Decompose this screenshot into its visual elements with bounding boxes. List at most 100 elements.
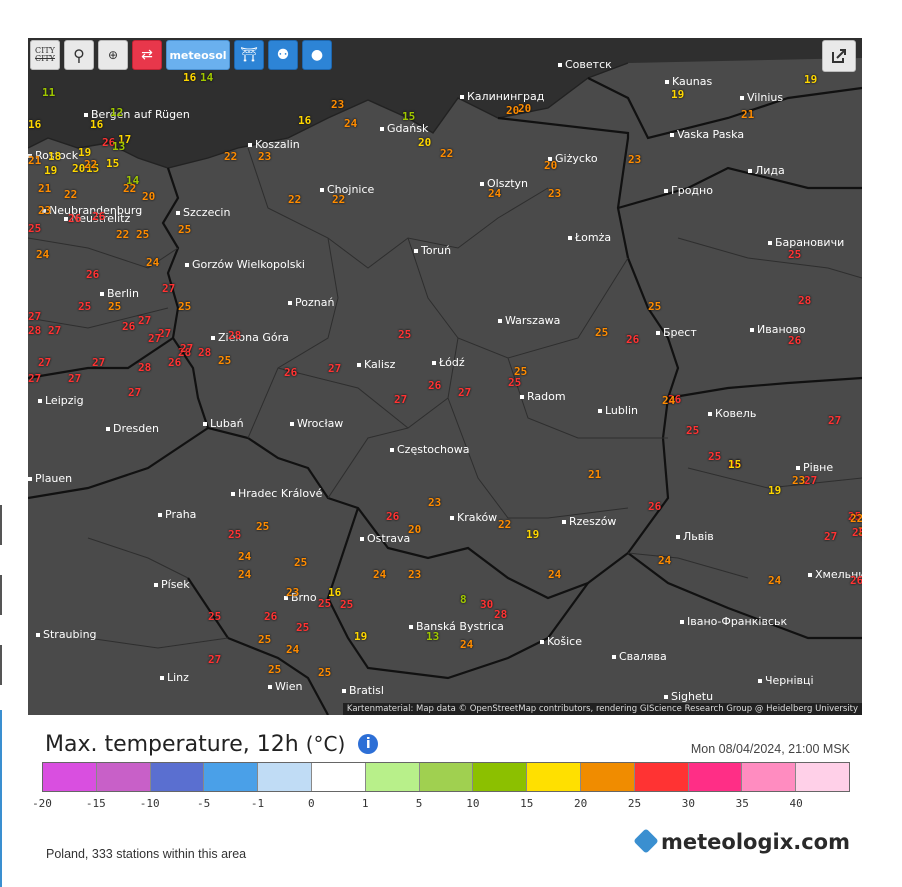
temperature-marker[interactable]: 28 — [494, 608, 507, 621]
person-button[interactable]: ⚉ — [268, 40, 298, 70]
temperature-marker[interactable]: 20 — [142, 190, 155, 203]
temperature-marker[interactable]: 24 — [488, 187, 501, 200]
temperature-marker[interactable]: 28 — [228, 329, 241, 342]
temperature-marker[interactable]: 26 — [92, 210, 105, 223]
temperature-marker[interactable]: 25 — [595, 326, 608, 339]
temperature-marker[interactable]: 25 — [708, 450, 721, 463]
temperature-marker[interactable]: 23 — [408, 568, 421, 581]
temperature-marker[interactable]: 23 — [628, 153, 641, 166]
temperature-marker[interactable]: 26 — [264, 610, 277, 623]
temperature-marker[interactable]: 23 — [258, 150, 271, 163]
temperature-marker[interactable]: 13 — [112, 140, 125, 153]
temperature-marker[interactable]: 22 — [224, 150, 237, 163]
temperature-marker[interactable]: 16 — [298, 114, 311, 127]
temperature-marker[interactable]: 22 — [498, 518, 511, 531]
temperature-marker[interactable]: 27 — [48, 324, 61, 337]
temperature-marker[interactable]: 27 — [394, 393, 407, 406]
temperature-marker[interactable]: 25 — [294, 556, 307, 569]
temperature-marker[interactable]: 18 — [48, 150, 61, 163]
temperature-marker[interactable]: 22 — [84, 158, 97, 171]
temperature-marker[interactable]: 19 — [44, 164, 57, 177]
temperature-marker[interactable]: 21 — [28, 154, 41, 167]
zoom-button[interactable]: ⊕ — [98, 40, 128, 70]
temperature-marker[interactable]: 25 — [256, 520, 269, 533]
temperature-marker[interactable]: 27 — [128, 386, 141, 399]
temperature-marker[interactable]: 25 — [514, 365, 527, 378]
temperature-marker[interactable]: 30 — [480, 598, 493, 611]
info-icon[interactable]: i — [358, 734, 379, 754]
temperature-marker[interactable]: 15 — [728, 458, 741, 471]
temperature-marker[interactable]: 19 — [804, 73, 817, 86]
temperature-marker[interactable]: 16 — [183, 71, 196, 84]
temperature-marker[interactable]: 26 — [386, 510, 399, 523]
temperature-marker[interactable]: 24 — [36, 248, 49, 261]
temperature-marker[interactable]: 27 — [138, 314, 151, 327]
temperature-marker[interactable]: 12 — [110, 106, 123, 119]
temperature-marker[interactable]: 23 — [792, 474, 805, 487]
route-button[interactable]: ⇄ — [132, 40, 162, 70]
temperature-marker[interactable]: 23 — [38, 204, 51, 217]
temperature-marker[interactable]: 22 — [440, 147, 453, 160]
temperature-marker[interactable]: 27 — [92, 356, 105, 369]
temperature-marker[interactable]: 26 — [122, 320, 135, 333]
temperature-marker[interactable]: 16 — [28, 118, 41, 131]
temperature-marker[interactable]: 24 — [658, 554, 671, 567]
temperature-marker[interactable]: 27 — [148, 332, 161, 345]
temperature-marker[interactable]: 26 — [68, 212, 81, 225]
temperature-marker[interactable]: 25 — [28, 222, 41, 235]
temperature-marker[interactable]: 19 — [354, 630, 367, 643]
temperature-marker[interactable]: 27 — [38, 356, 51, 369]
temperature-marker[interactable]: 19 — [671, 88, 684, 101]
share-button[interactable] — [822, 40, 856, 72]
temperature-marker[interactable]: 22 — [64, 188, 77, 201]
temperature-marker[interactable]: 22 — [123, 182, 136, 195]
temperature-marker[interactable]: 27 — [28, 310, 41, 323]
temperature-marker[interactable]: 25 — [218, 354, 231, 367]
temperature-marker[interactable]: 25 — [788, 248, 801, 261]
temperature-marker[interactable]: 24 — [146, 256, 159, 269]
temperature-marker[interactable]: 26 — [788, 334, 801, 347]
temperature-marker[interactable]: 13 — [426, 630, 439, 643]
temperature-marker[interactable]: 27 — [328, 362, 341, 375]
temperature-marker[interactable]: 22 — [116, 228, 129, 241]
temperature-marker[interactable]: 24 — [344, 117, 357, 130]
temperature-marker[interactable]: 26 — [850, 574, 862, 587]
temperature-marker[interactable]: 28 — [798, 294, 811, 307]
temperature-marker[interactable]: 24 — [238, 550, 251, 563]
meteosol-button[interactable]: meteosol — [166, 40, 230, 70]
temperature-marker[interactable]: 25 — [296, 621, 309, 634]
temperature-marker[interactable]: 22 — [288, 193, 301, 206]
temperature-marker[interactable]: 24 — [373, 568, 386, 581]
temperature-marker[interactable]: 8 — [460, 593, 467, 606]
temperature-marker[interactable]: 27 — [68, 372, 81, 385]
city-button[interactable]: CITY CITY — [30, 40, 60, 70]
location-button[interactable]: ⚲ — [64, 40, 94, 70]
temperature-marker[interactable]: 20 — [408, 523, 421, 536]
temperature-marker[interactable]: 24 — [286, 643, 299, 656]
temperature-marker[interactable]: 27 — [804, 474, 817, 487]
temperature-marker[interactable]: 23 — [548, 187, 561, 200]
temperature-marker[interactable]: 21 — [741, 108, 754, 121]
temperature-marker[interactable]: 25 — [228, 528, 241, 541]
temperature-marker[interactable]: 25 — [852, 526, 862, 539]
temperature-marker[interactable]: 14 — [200, 71, 213, 84]
temperature-marker[interactable]: 24 — [768, 574, 781, 587]
temperature-marker[interactable]: 15 — [106, 157, 119, 170]
temperature-marker[interactable]: 28 — [198, 346, 211, 359]
temperature-marker[interactable]: 25 — [208, 610, 221, 623]
temperature-marker[interactable]: 25 — [258, 633, 271, 646]
temperature-marker[interactable]: 22 — [332, 193, 345, 206]
temperature-marker[interactable]: 22 — [850, 512, 862, 525]
temperature-marker[interactable]: 20 — [418, 136, 431, 149]
map-viewport[interactable]: Советск Kaunas Калининград Vilnius Vaska Pas… — [28, 38, 862, 715]
temperature-marker[interactable]: 24 — [662, 394, 675, 407]
temperature-marker[interactable]: 25 — [178, 300, 191, 313]
temperature-marker[interactable]: 25 — [78, 300, 91, 313]
map-attribution[interactable]: Kartenmaterial: Map data © OpenStreetMap… — [342, 703, 862, 715]
temperature-marker[interactable]: 27 — [208, 653, 221, 666]
temperature-marker[interactable]: 24 — [238, 568, 251, 581]
temperature-marker[interactable]: 11 — [42, 86, 55, 99]
brand-logo[interactable]: meteologix.com — [633, 828, 850, 854]
temperature-marker[interactable]: 26 — [626, 333, 639, 346]
temperature-marker[interactable]: 26 — [428, 379, 441, 392]
